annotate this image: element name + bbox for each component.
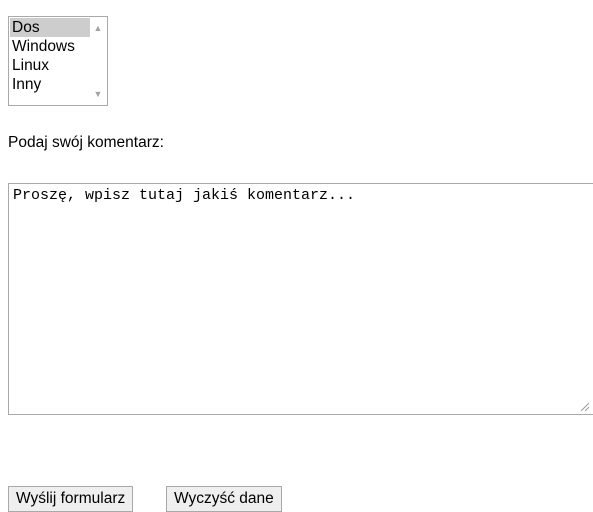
listbox-options: Dos Windows Linux Inny [10, 18, 90, 94]
scroll-up-arrow-icon[interactable]: ▲ [90, 20, 106, 36]
os-listbox[interactable]: Dos Windows Linux Inny ▲ ▼ [8, 16, 108, 106]
listbox-option-windows[interactable]: Windows [10, 37, 90, 56]
listbox-scrollbar[interactable]: ▲ ▼ [90, 18, 106, 104]
listbox-option-dos[interactable]: Dos [10, 18, 90, 37]
reset-form-button[interactable]: Wyczyść dane [166, 486, 282, 512]
listbox-option-linux[interactable]: Linux [10, 56, 90, 75]
listbox-option-inny[interactable]: Inny [10, 75, 90, 94]
scroll-down-arrow-icon[interactable]: ▼ [90, 86, 106, 102]
resize-grip-icon[interactable] [578, 400, 590, 412]
comment-textarea[interactable]: Proszę, wpisz tutaj jakiś komentarz... [8, 183, 593, 415]
submit-form-button[interactable]: Wyślij formularz [8, 486, 134, 512]
comment-label: Podaj swój komentarz: [8, 134, 164, 151]
